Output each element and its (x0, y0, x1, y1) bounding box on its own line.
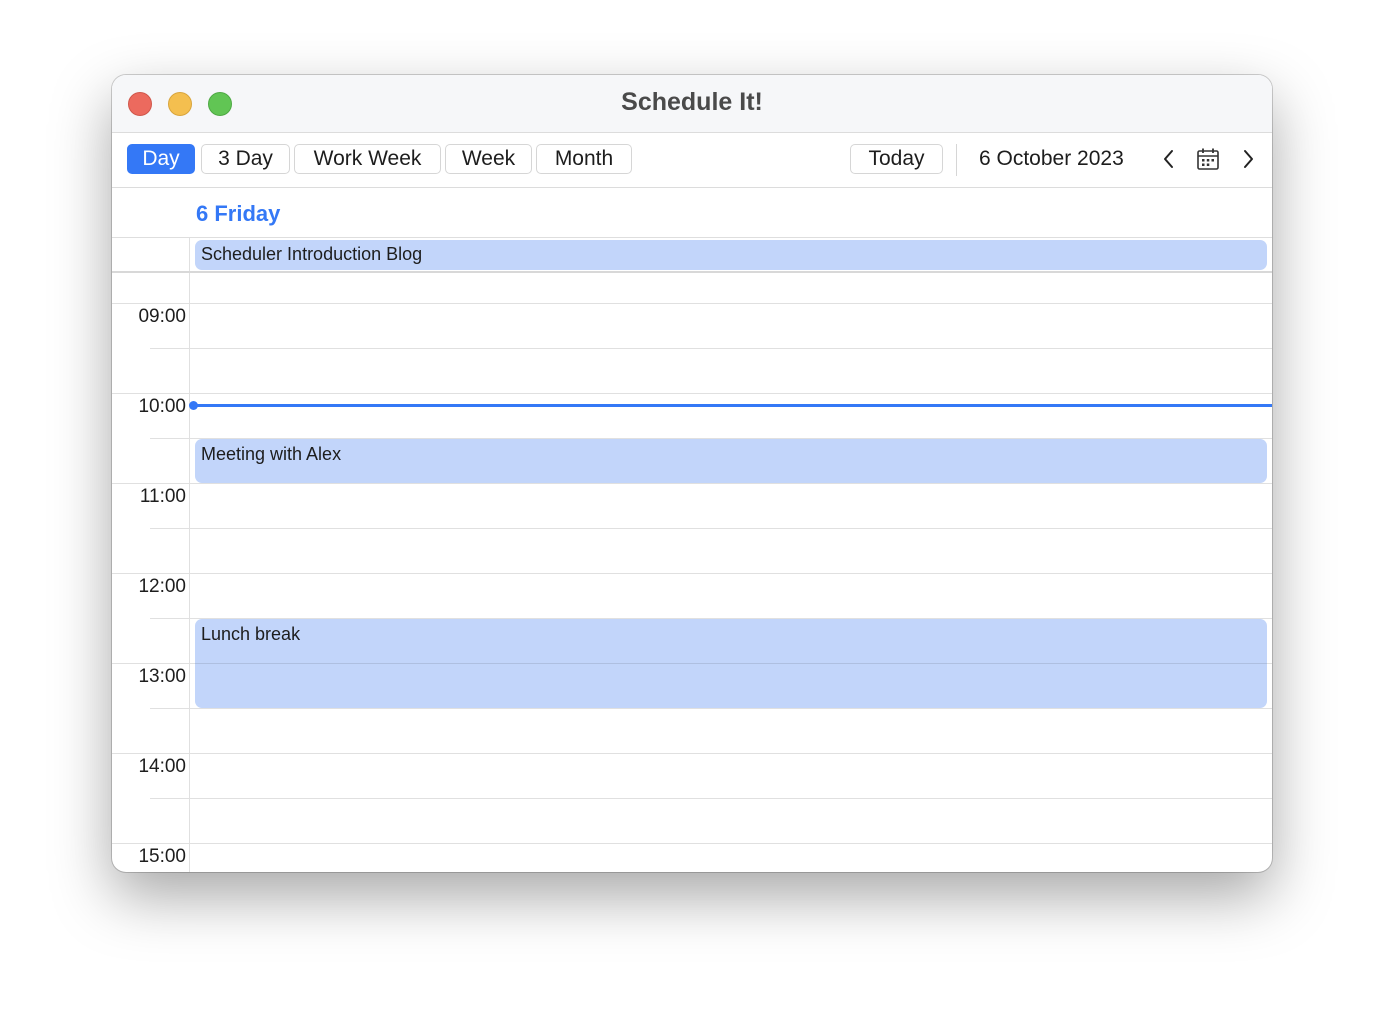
view-3day-button[interactable]: 3 Day (201, 144, 290, 174)
app-window: Schedule It! Day 3 Day Work Week Week Mo… (112, 75, 1272, 872)
hour-label: 13:00 (138, 666, 186, 687)
view-day-button[interactable]: Day (127, 144, 195, 174)
gutter-divider (189, 238, 190, 271)
hour-line (112, 303, 1272, 304)
view-work-week-button[interactable]: Work Week (294, 144, 441, 174)
toolbar: Day 3 Day Work Week Week Month Today 6 O… (112, 133, 1272, 188)
hour-label: 09:00 (138, 306, 186, 327)
hour-line (112, 393, 1272, 394)
half-hour-line (150, 708, 1272, 709)
hour-label: 12:00 (138, 576, 186, 597)
hour-line (112, 483, 1272, 484)
half-hour-line (150, 528, 1272, 529)
day-header: 6 Friday (112, 188, 1272, 238)
hour-line (112, 573, 1272, 574)
current-date-label: 6 October 2023 (979, 147, 1124, 170)
hour-label: 10:00 (138, 396, 186, 417)
all-day-row: Scheduler Introduction Blog (112, 238, 1272, 273)
hour-label: 15:00 (138, 846, 186, 867)
calendar-icon[interactable] (1195, 146, 1221, 172)
calendar-event[interactable]: Meeting with Alex (195, 439, 1267, 483)
hour-line (112, 843, 1272, 844)
hour-label: 14:00 (138, 756, 186, 777)
half-hour-line (150, 798, 1272, 799)
title-bar: Schedule It! (112, 75, 1272, 133)
current-time-line (194, 404, 1272, 407)
toolbar-separator (956, 144, 957, 176)
hour-label: 11:00 (139, 486, 186, 507)
time-grid: 09:00 10:00 11:00 12:00 13:00 14:00 15:00 Meeti… (112, 273, 1272, 872)
today-button[interactable]: Today (850, 144, 943, 174)
hour-line (195, 663, 1267, 664)
current-time-dot (189, 401, 198, 410)
view-month-button[interactable]: Month (536, 144, 632, 174)
chevron-right-icon[interactable] (1235, 146, 1261, 172)
hour-line (112, 753, 1272, 754)
day-title[interactable]: 6 Friday (196, 201, 280, 227)
window-title: Schedule It! (621, 88, 763, 116)
view-week-button[interactable]: Week (445, 144, 532, 174)
half-hour-line (150, 348, 1272, 349)
all-day-event[interactable]: Scheduler Introduction Blog (195, 240, 1267, 270)
chevron-left-icon[interactable] (1156, 146, 1182, 172)
